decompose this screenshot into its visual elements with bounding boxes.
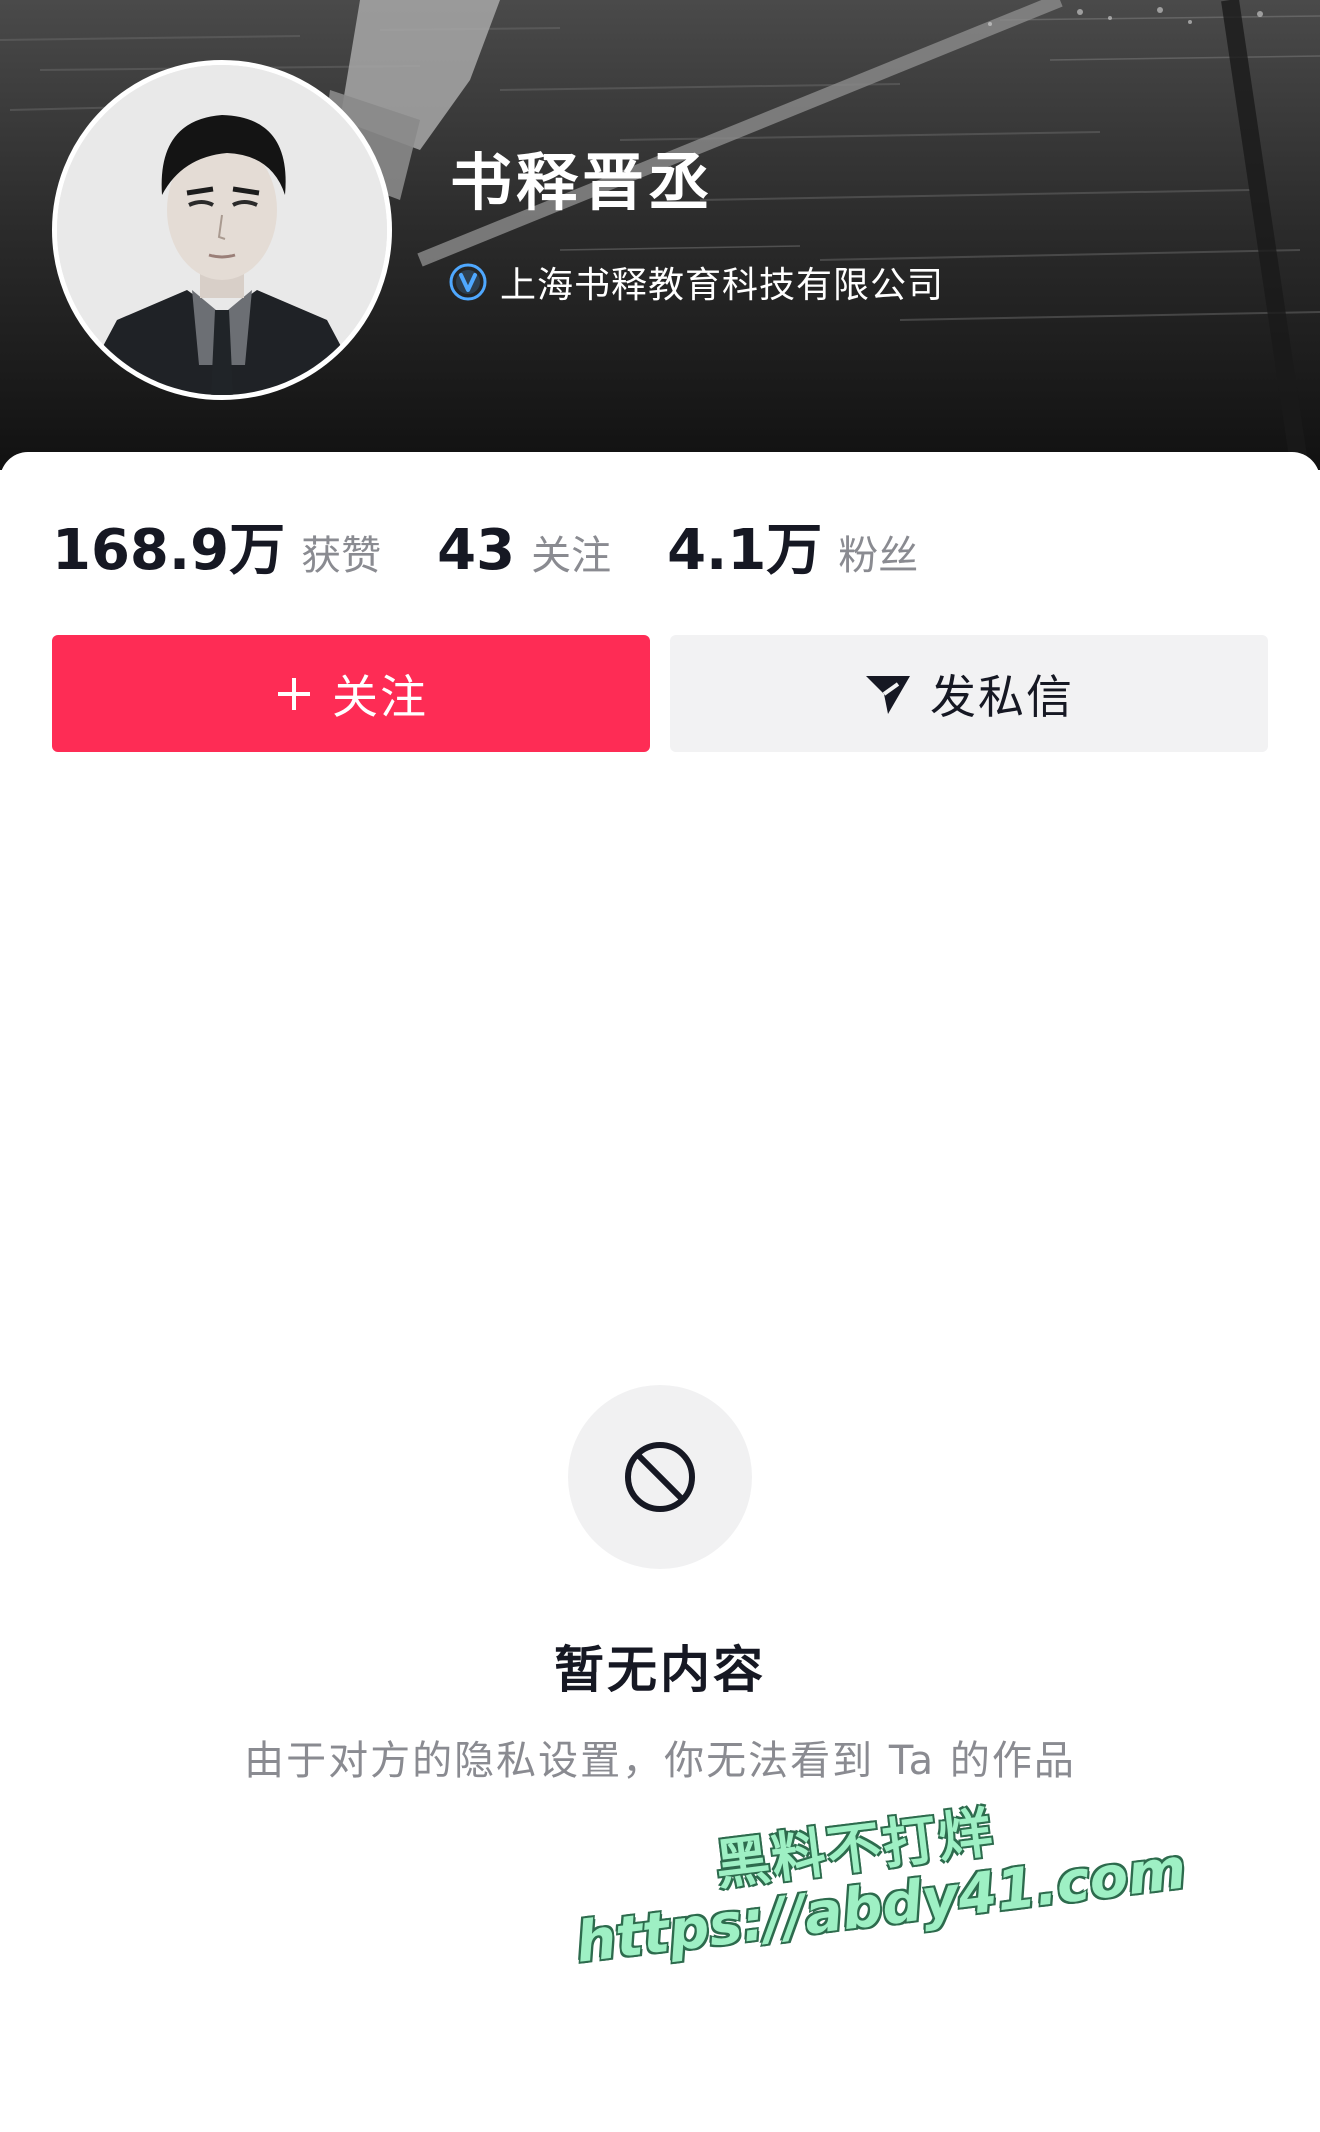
empty-state-title: 暂无内容 [554, 1641, 766, 1699]
stats-row: 168.9万 获赞 43 关注 4.1万 粉丝 [52, 505, 974, 583]
verified-badge-icon [449, 263, 487, 301]
verification-text: 上海书释教育科技有限公司 [500, 265, 945, 306]
likes-count: 168.9万 [52, 518, 286, 583]
likes-label: 获赞 [301, 533, 382, 579]
prohibited-icon [625, 1442, 695, 1512]
send-arrow-icon [864, 672, 912, 716]
avatar[interactable] [52, 60, 392, 400]
send-message-label: 发私信 [930, 669, 1074, 724]
empty-state-icon-container [568, 1385, 752, 1569]
stat-following[interactable]: 43 关注 [437, 518, 611, 583]
plus-icon [274, 674, 314, 714]
stat-likes[interactable]: 168.9万 获赞 [52, 505, 381, 586]
stat-followers[interactable]: 4.1万 粉丝 [667, 505, 918, 586]
profile-page: 书释晋丞 上海书释教育科技有限公司 168.9万 获赞 43 关注 4.1万 粉… [0, 0, 1320, 2132]
following-count: 43 [437, 518, 516, 583]
verification-row: 上海书释教育科技有限公司 [448, 258, 944, 306]
following-label: 关注 [531, 533, 612, 579]
profile-username: 书释晋丞 [450, 146, 715, 219]
followers-count: 4.1万 [667, 518, 823, 583]
follow-button-label: 关注 [332, 669, 428, 724]
send-message-button[interactable]: 发私信 [670, 635, 1268, 752]
follow-button[interactable]: 关注 [52, 635, 650, 752]
followers-label: 粉丝 [838, 533, 919, 579]
